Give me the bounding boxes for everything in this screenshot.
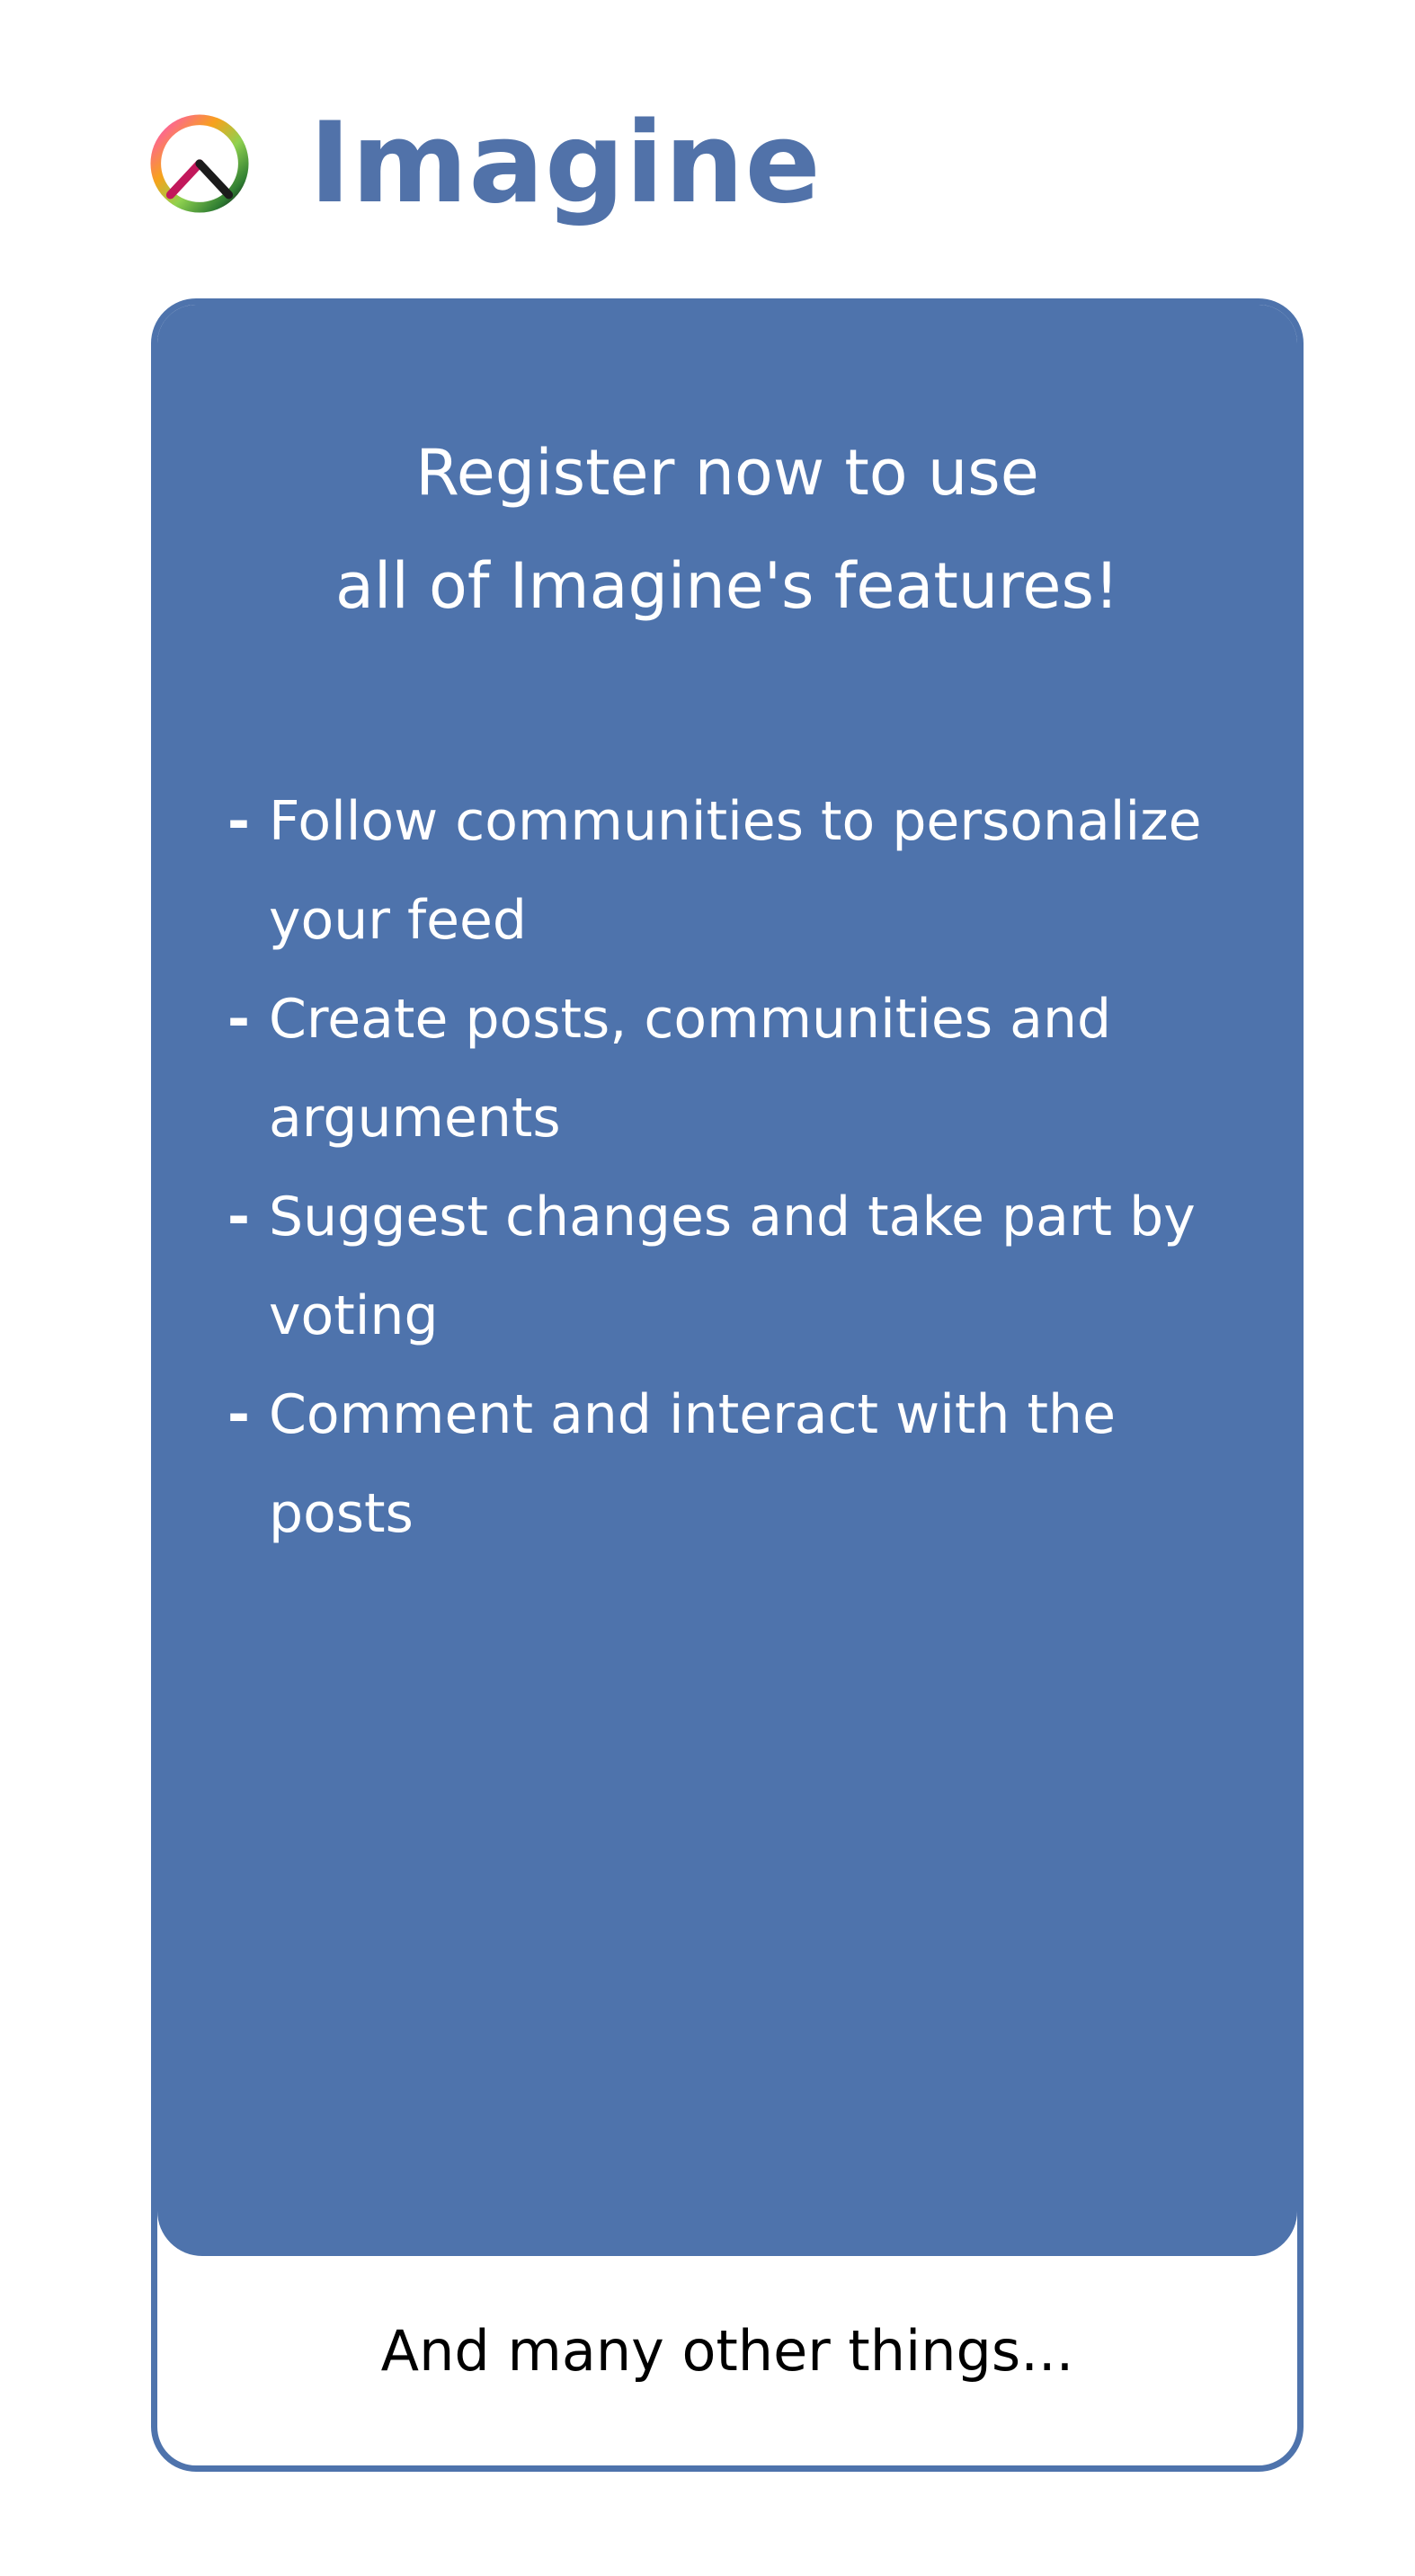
feature-bullet: -: [227, 790, 250, 853]
feature-bullet: -: [227, 1383, 250, 1446]
registration-promo-card: Register now to use all of Imagine's fea…: [151, 298, 1304, 2472]
feature-item: - Comment and interact with the posts: [227, 1365, 1261, 1563]
promo-headline: Register now to use all of Imagine's fea…: [157, 416, 1297, 643]
feature-text: Comment and interact with the posts: [269, 1383, 1116, 1545]
promo-headline-line-2: all of Imagine's features!: [334, 549, 1120, 623]
feature-item: - Suggest changes and take part by votin…: [227, 1168, 1261, 1365]
app-title: Imagine: [309, 99, 822, 228]
feature-text: Suggest changes and take part by voting: [269, 1186, 1196, 1347]
feature-item: - Create posts, communities and argument…: [227, 970, 1261, 1168]
feature-bullet: -: [227, 1186, 250, 1248]
peace-sign-icon: [150, 114, 249, 213]
feature-item: - Follow communities to personalize your…: [227, 772, 1261, 970]
app-header: Imagine: [147, 108, 822, 219]
feature-text: Create posts, communities and arguments: [269, 988, 1112, 1150]
promo-footer-note: And many other things...: [380, 2318, 1074, 2384]
feature-text: Follow communities to personalize your f…: [269, 790, 1202, 952]
feature-bullet: -: [227, 988, 250, 1051]
promo-card-body: Register now to use all of Imagine's fea…: [157, 305, 1297, 2256]
promo-headline-line-1: Register now to use: [415, 436, 1039, 510]
feature-list: - Follow communities to personalize your…: [227, 772, 1261, 1563]
